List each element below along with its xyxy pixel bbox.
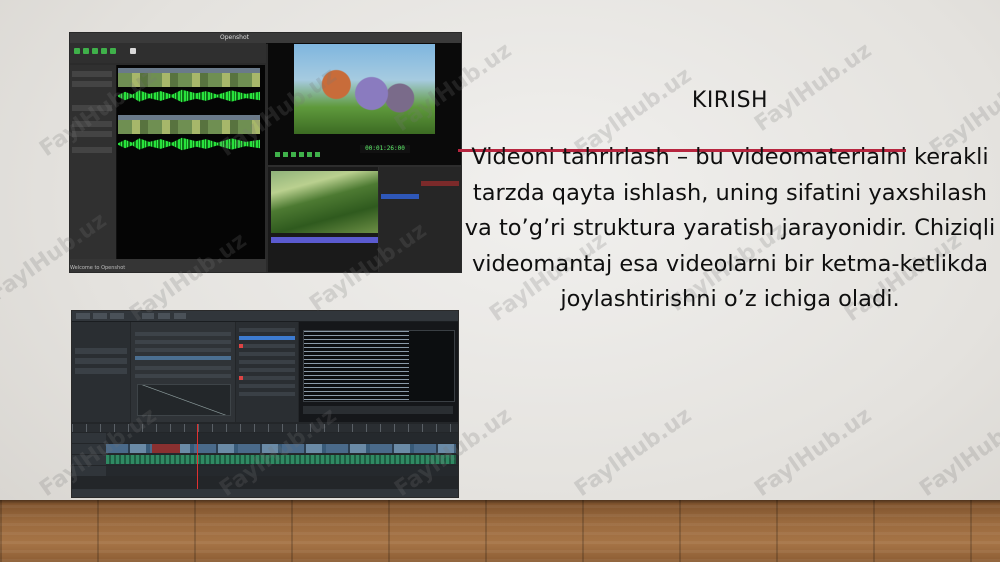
keyframe-graph [137, 384, 231, 416]
track-header [72, 147, 112, 153]
toolbar-button-icon [110, 48, 116, 54]
track-header [72, 105, 112, 111]
effect-item [239, 328, 295, 332]
toolbar-button-icon [158, 313, 170, 319]
control-button-icon [283, 152, 288, 157]
properties-panel [131, 322, 235, 422]
toolbar-button-icon [110, 313, 124, 319]
window-title: Openshot [220, 34, 249, 41]
toolbar-button-icon [93, 313, 107, 319]
property-row [135, 366, 231, 370]
play-button-icon [74, 48, 80, 54]
effect-item [239, 392, 295, 396]
toolbar-button-icon [130, 48, 136, 54]
clip-monitor-image [271, 171, 378, 233]
clip-monitor [268, 167, 378, 272]
control-button-icon [299, 152, 304, 157]
property-row [135, 348, 231, 352]
editor-screenshot-1: Openshot Welcome to Openshot 00:01:26:00 [70, 33, 461, 272]
effect-item [239, 360, 295, 364]
effect-red-icon [239, 376, 243, 380]
effects-item [421, 181, 459, 186]
control-button-icon [291, 152, 296, 157]
keyframe-curve [138, 385, 230, 415]
track-headers [70, 65, 117, 265]
watermark: FaylHub.uz [915, 403, 1000, 502]
project-monitor [299, 322, 458, 422]
timeline-track [72, 433, 458, 443]
property-row [135, 374, 231, 378]
timeline-track [72, 466, 458, 476]
project-bin [72, 322, 130, 422]
effects-panel [379, 167, 461, 272]
monitor-controls [303, 406, 453, 414]
property-row [135, 356, 231, 360]
timeline [117, 65, 265, 265]
bin-item [75, 358, 127, 364]
control-button-icon [307, 152, 312, 157]
video-clip-thumbnails [118, 73, 260, 87]
effect-item [239, 344, 295, 348]
watermark: FaylHub.uz [750, 403, 877, 502]
track-header [72, 444, 106, 454]
audio-clips [106, 455, 456, 464]
effect-red-icon [239, 344, 243, 348]
toolbar-button-icon [142, 313, 154, 319]
slide-body-text: Videoni tahrirlash – bu videomaterialni … [464, 144, 996, 312]
slide: Openshot Welcome to Openshot 00:01:26:00… [0, 0, 1000, 562]
toolbar [70, 43, 266, 63]
toolbar-button-icon [101, 48, 107, 54]
menu-bar [72, 311, 458, 322]
preview-frame-image [294, 44, 435, 134]
playhead [197, 424, 198, 497]
effect-item [239, 368, 295, 372]
track-header [72, 433, 106, 443]
monitor-image [303, 330, 455, 402]
effect-item [239, 376, 295, 380]
timeline-track [72, 455, 458, 465]
timecode-display: 00:01:26:00 [360, 145, 410, 153]
effects-selection [381, 194, 419, 199]
timeline-ruler [72, 424, 458, 432]
effect-item [239, 384, 295, 388]
property-row [135, 332, 231, 336]
audio-waveform [118, 137, 260, 151]
effects-list [236, 322, 298, 422]
track-header [72, 81, 112, 87]
toolbar-button-icon [83, 48, 89, 54]
timeline-track [72, 444, 458, 454]
clip-monitor-scrubber [271, 237, 378, 243]
effect-item [239, 352, 295, 356]
track-header [72, 121, 112, 127]
track-header [72, 455, 106, 465]
bin-item [75, 348, 127, 354]
property-row [135, 340, 231, 344]
control-button-icon [315, 152, 320, 157]
track-header [72, 71, 112, 77]
bin-item [75, 368, 127, 374]
audio-waveform [118, 89, 260, 103]
track-header [72, 131, 112, 137]
control-button-icon [275, 152, 280, 157]
video-clip-thumbnails [118, 120, 260, 134]
selected-clip [152, 444, 180, 453]
editor-screenshot-2 [72, 311, 458, 497]
status-text: Welcome to Openshot [70, 265, 126, 271]
effect-item [239, 336, 295, 340]
watermark: FaylHub.uz [570, 403, 697, 502]
wooden-floor-background [0, 500, 1000, 562]
slide-title: KIRISH [691, 88, 769, 113]
status-bar [72, 489, 458, 497]
toolbar-button-icon [92, 48, 98, 54]
toolbar-button-icon [174, 313, 186, 319]
toolbar-button-icon [76, 313, 90, 319]
track-header [72, 466, 106, 476]
